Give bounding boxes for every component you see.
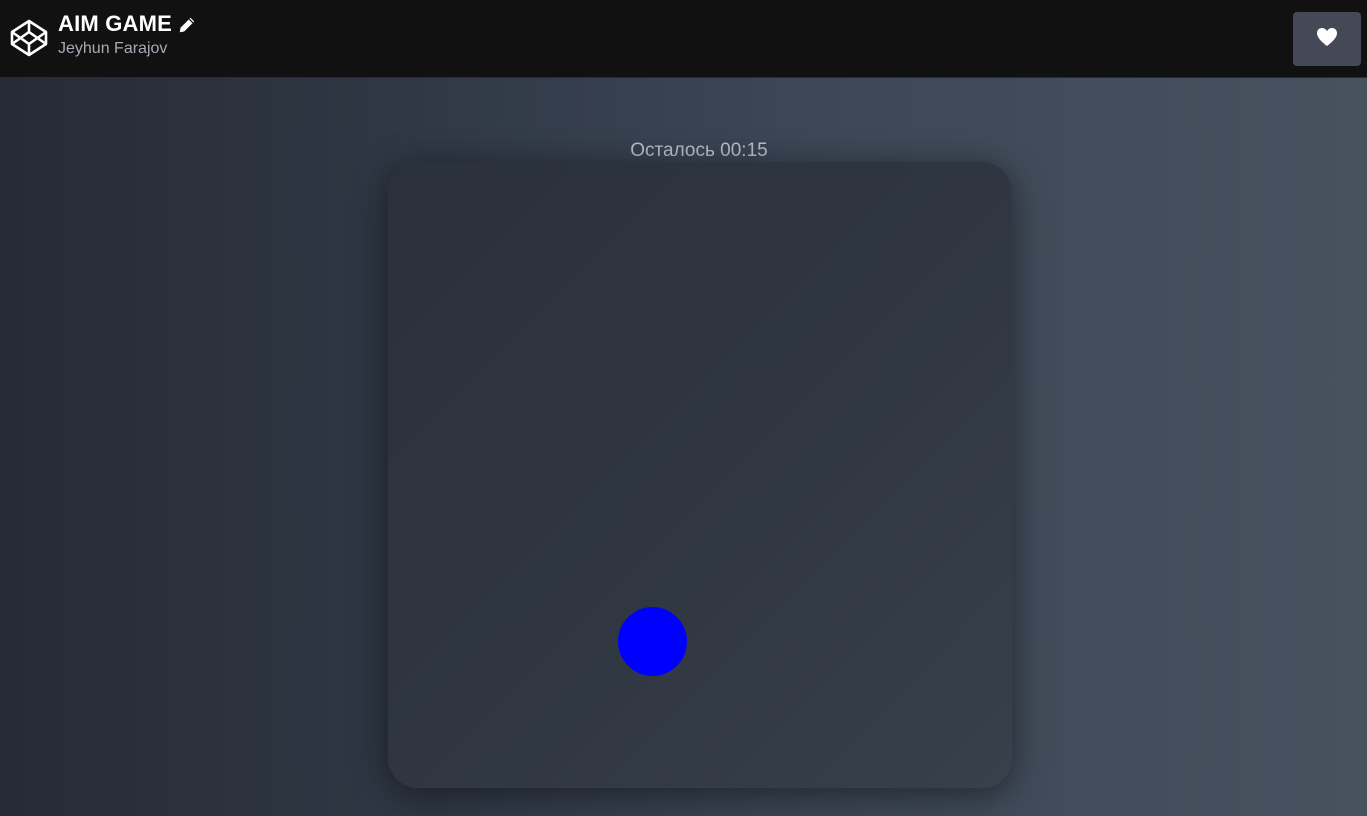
author-name[interactable]: Jeyhun Farajov <box>58 40 196 58</box>
game-board[interactable] <box>388 162 1012 788</box>
title-block: AIM GAME Jeyhun Farajov <box>58 10 196 58</box>
top-bar: AIM GAME Jeyhun Farajov <box>0 0 1367 78</box>
pen-title[interactable]: AIM GAME <box>58 11 172 37</box>
codepen-logo-icon[interactable] <box>9 18 49 58</box>
heart-icon <box>1316 27 1338 52</box>
game-stage: Осталось 00:15 <box>0 78 1367 816</box>
like-button[interactable] <box>1293 12 1361 66</box>
target-circle[interactable] <box>618 607 687 676</box>
pencil-icon[interactable] <box>178 16 196 34</box>
title-row: AIM GAME <box>58 10 196 38</box>
timer-text: Осталось 00:15 <box>630 140 768 161</box>
